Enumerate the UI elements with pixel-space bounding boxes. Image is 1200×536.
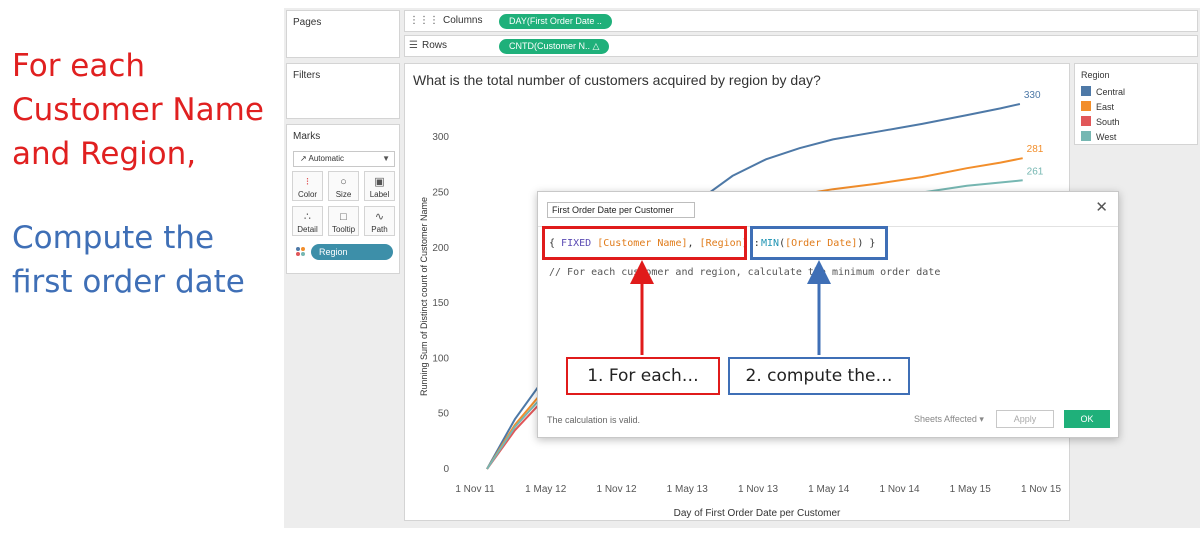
label-button[interactable]: ▣ Label xyxy=(364,171,395,201)
sheets-affected-label: Sheets Affected xyxy=(914,414,977,424)
label-icon: ▣ xyxy=(374,176,385,188)
series-end-label-east: 281 xyxy=(1027,144,1044,155)
rows-icon: ☰ xyxy=(409,40,418,51)
mark-type-dropdown[interactable]: ↗ Automatic ▼ xyxy=(293,151,395,167)
x-tick-label: 1 Nov 13 xyxy=(738,484,778,495)
y-tick-label: 50 xyxy=(438,409,450,420)
calculation-dialog: First Order Date per Customer ✕ { FIXED … xyxy=(537,191,1119,438)
pages-shelf[interactable]: Pages xyxy=(286,10,400,58)
legend-label: Central xyxy=(1096,87,1126,97)
apply-button[interactable]: Apply xyxy=(996,410,1054,428)
mark-type-value: Automatic xyxy=(308,154,345,163)
legend-swatch xyxy=(1081,101,1091,111)
x-tick-label: 1 Nov 11 xyxy=(455,484,495,495)
rows-pill[interactable]: CNTD(Customer N.. △ xyxy=(499,39,610,54)
legend-swatch xyxy=(1081,86,1091,96)
x-tick-label: 1 May 12 xyxy=(525,484,567,495)
series-end-label-central: 330 xyxy=(1024,90,1041,101)
x-tick-label: 1 May 14 xyxy=(808,484,850,495)
legend-swatch xyxy=(1081,116,1091,126)
color-icon: ⁝ xyxy=(305,176,310,188)
ok-button[interactable]: OK xyxy=(1064,410,1110,428)
legend-item-central[interactable]: Central xyxy=(1081,86,1125,98)
y-tick-label: 250 xyxy=(432,187,449,198)
callout-arrows xyxy=(630,260,831,355)
filters-label: Filters xyxy=(293,70,321,81)
legend-swatch xyxy=(1081,131,1091,141)
legend-item-east[interactable]: East xyxy=(1081,101,1114,113)
legend-label: East xyxy=(1096,102,1115,112)
legend-item-west[interactable]: West xyxy=(1081,131,1116,143)
y-tick-label: 100 xyxy=(432,353,449,364)
region-color-pill[interactable]: Region xyxy=(311,244,393,260)
size-button[interactable]: ○ Size xyxy=(328,171,359,201)
validation-status: The calculation is valid. xyxy=(547,415,641,425)
x-tick-label: 1 Nov 12 xyxy=(596,484,636,495)
filters-shelf[interactable]: Filters xyxy=(286,63,400,119)
legend-label: South xyxy=(1096,117,1120,127)
legend-item-south[interactable]: South xyxy=(1081,116,1120,128)
annotation-compute: Compute the first order date xyxy=(12,220,245,300)
delta-icon: △ xyxy=(592,41,600,51)
y-axis-label: Running Sum of Distinct count of Custome… xyxy=(419,197,429,396)
path-icon: ∿ xyxy=(374,211,385,223)
tooltip-button[interactable]: □ Tooltip xyxy=(328,206,359,236)
sheets-affected-dropdown[interactable]: Sheets Affected ▾ xyxy=(914,414,984,425)
callout-compute: 2. compute the… xyxy=(728,357,910,395)
color-dots-icon xyxy=(296,247,306,257)
size-icon: ○ xyxy=(340,176,347,188)
path-button-label: Path xyxy=(371,225,388,234)
columns-label: ⋮⋮⋮ Columns xyxy=(409,15,482,26)
series-end-label-west: 261 xyxy=(1027,166,1044,177)
detail-icon: ∴ xyxy=(304,211,311,223)
y-tick-label: 200 xyxy=(432,243,449,254)
columns-shelf[interactable]: ⋮⋮⋮ Columns DAY(First Order Date .. xyxy=(404,10,1198,32)
x-tick-label: 1 May 15 xyxy=(950,484,992,495)
x-axis-label: Day of First Order Date per Customer xyxy=(674,508,841,519)
marks-title: Marks xyxy=(293,131,321,142)
tooltip-button-label: Tooltip xyxy=(331,225,356,234)
detail-button[interactable]: ∴ Detail xyxy=(292,206,323,236)
legend-title: Region xyxy=(1081,70,1110,80)
x-tick-label: 1 May 13 xyxy=(667,484,709,495)
label-button-label: Label xyxy=(369,190,390,199)
line-mark-icon: ↗ xyxy=(300,154,307,163)
rows-label: ☰ Rows xyxy=(409,40,447,51)
path-button[interactable]: ∿ Path xyxy=(364,206,395,236)
x-tick-label: 1 Nov 14 xyxy=(879,484,919,495)
tooltip-icon: □ xyxy=(340,211,347,223)
marks-card: Marks ↗ Automatic ▼ ⁝ Color ○ Size ▣ Lab… xyxy=(286,124,400,274)
callout-for-each: 1. For each… xyxy=(566,357,720,395)
x-tick-label: 1 Nov 15 xyxy=(1021,484,1061,495)
chevron-down-icon: ▼ xyxy=(382,154,390,163)
region-legend: Region Central East South West xyxy=(1074,63,1198,145)
size-button-label: Size xyxy=(335,190,352,199)
color-button-label: Color xyxy=(297,190,318,199)
legend-label: West xyxy=(1096,132,1117,142)
rows-pill-text: CNTD(Customer N.. xyxy=(509,41,591,51)
columns-icon: ⋮⋮⋮ xyxy=(409,15,439,26)
caret-down-icon: ▾ xyxy=(979,414,984,424)
columns-label-text: Columns xyxy=(443,15,483,26)
y-tick-label: 300 xyxy=(432,132,449,143)
columns-pill[interactable]: DAY(First Order Date .. xyxy=(499,14,612,29)
rows-shelf[interactable]: ☰ Rows CNTD(Customer N.. △ xyxy=(404,35,1198,57)
y-tick-label: 150 xyxy=(432,298,449,309)
color-button[interactable]: ⁝ Color xyxy=(292,171,323,201)
y-tick-label: 0 xyxy=(443,464,449,475)
pages-label: Pages xyxy=(293,17,322,28)
annotation-for-each: For each Customer Name and Region, xyxy=(12,48,264,172)
detail-button-label: Detail xyxy=(297,225,318,234)
rows-label-text: Rows xyxy=(421,40,447,51)
